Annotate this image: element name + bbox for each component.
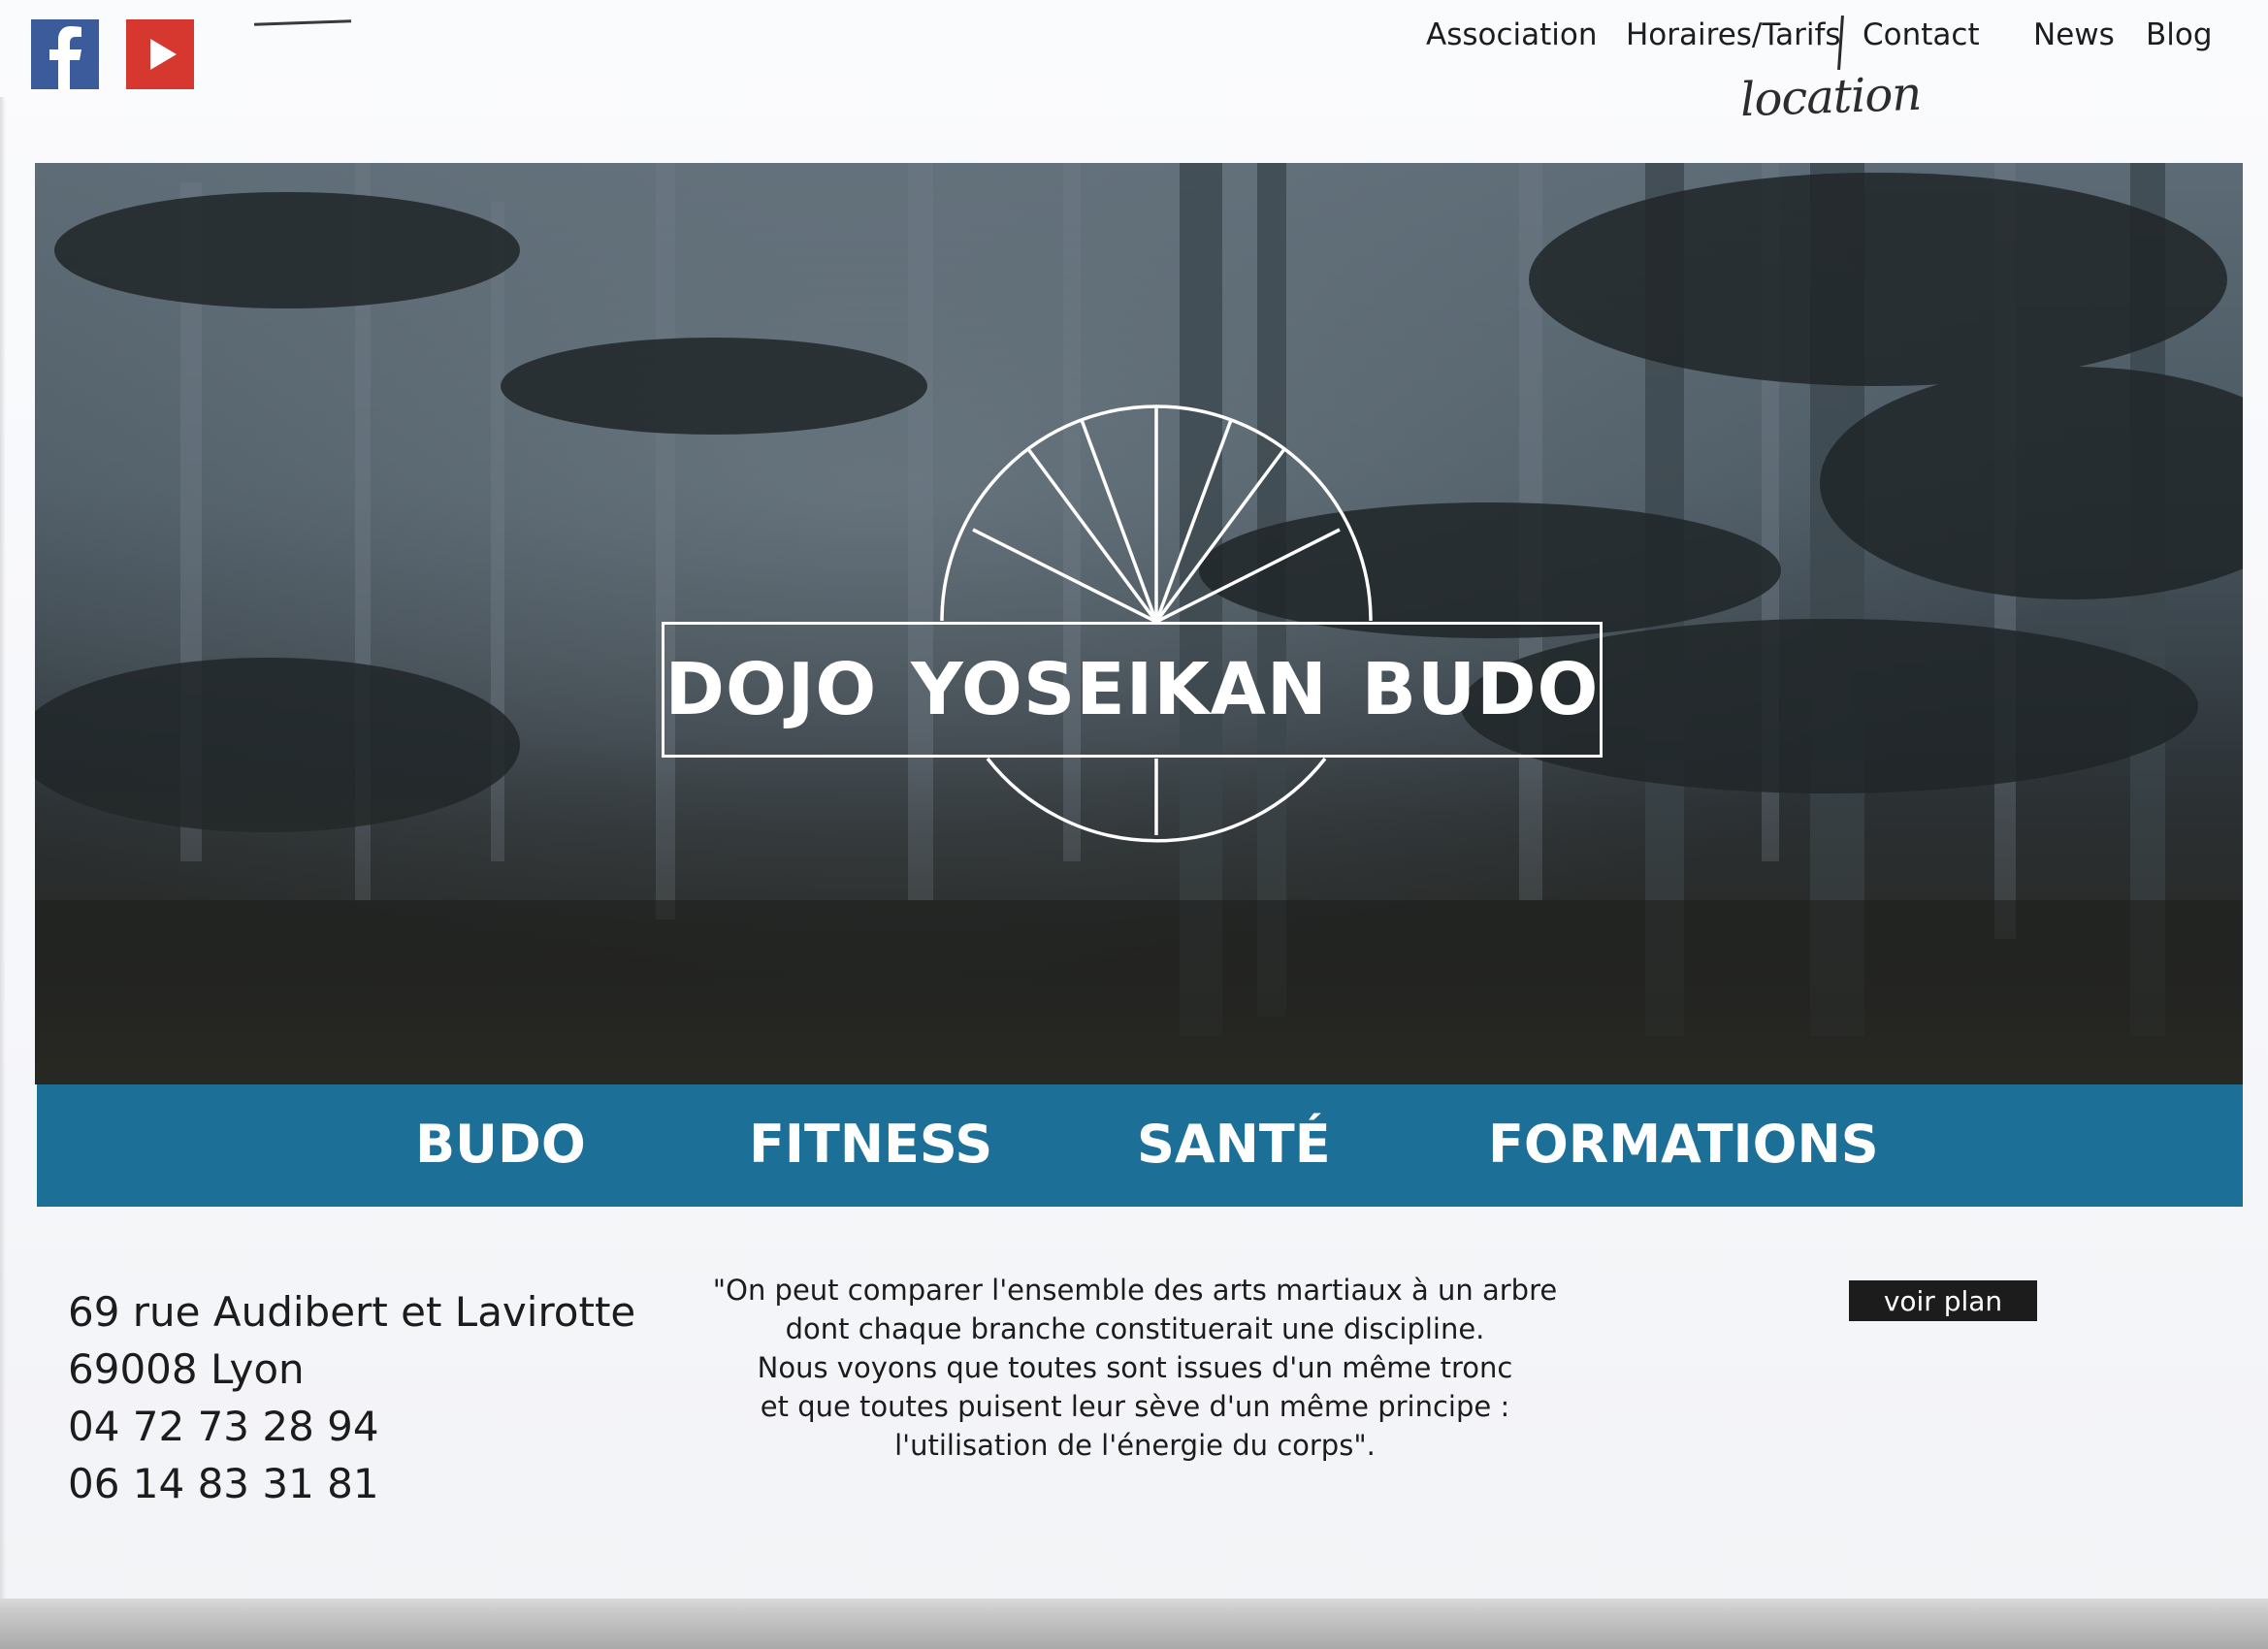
page: Association Horaires/Tarifs Contact News… (0, 0, 2268, 1649)
phone-mobile: 06 14 83 31 81 (68, 1460, 379, 1507)
category-budo[interactable]: BUDO (415, 1114, 586, 1175)
logo-title-box: DOJO YOSEIKAN BUDO (662, 622, 1603, 758)
site-title: DOJO YOSEIKAN BUDO (664, 648, 1600, 731)
quote-line: Nous voyons que toutes sont issues d'un … (757, 1351, 1513, 1384)
category-fitness[interactable]: FITNESS (749, 1114, 992, 1175)
youtube-icon[interactable] (126, 19, 194, 89)
facebook-icon[interactable] (31, 19, 99, 89)
quote-line: l'utilisation de l'énergie du corps". (894, 1429, 1376, 1462)
nav-blog[interactable]: Blog (2146, 17, 2213, 52)
category-formations[interactable]: FORMATIONS (1488, 1114, 1879, 1175)
hero-banner: DOJO YOSEIKAN BUDO (35, 163, 2243, 1084)
nav-horaires-tarifs[interactable]: Horaires/Tarifs (1626, 17, 1841, 52)
phone-landline: 04 72 73 28 94 (68, 1403, 379, 1450)
view-map-button[interactable]: voir plan (1849, 1280, 2037, 1321)
category-bar: BUDO FITNESS SANTÉ FORMATIONS (37, 1084, 2243, 1207)
handwritten-note: location (1739, 66, 1923, 128)
nav-contact[interactable]: Contact (1863, 17, 1980, 52)
scan-edge (0, 1599, 2268, 1649)
quote-line: et que toutes puisent leur sève d'un mêm… (760, 1390, 1510, 1423)
quote-line: dont chaque branche constituerait une di… (785, 1312, 1485, 1345)
quote-line: "On peut comparer l'ensemble des arts ma… (712, 1274, 1558, 1307)
martial-arts-quote: "On peut comparer l'ensemble des arts ma… (669, 1271, 1601, 1465)
address-street: 69 rue Audibert et Lavirotte (68, 1288, 636, 1336)
scan-shadow (0, 97, 6, 1610)
address-city: 69008 Lyon (68, 1345, 305, 1393)
nav-association[interactable]: Association (1426, 17, 1598, 52)
category-sante[interactable]: SANTÉ (1137, 1114, 1331, 1175)
pen-mark (253, 19, 352, 26)
nav-news[interactable]: News (2033, 17, 2115, 52)
